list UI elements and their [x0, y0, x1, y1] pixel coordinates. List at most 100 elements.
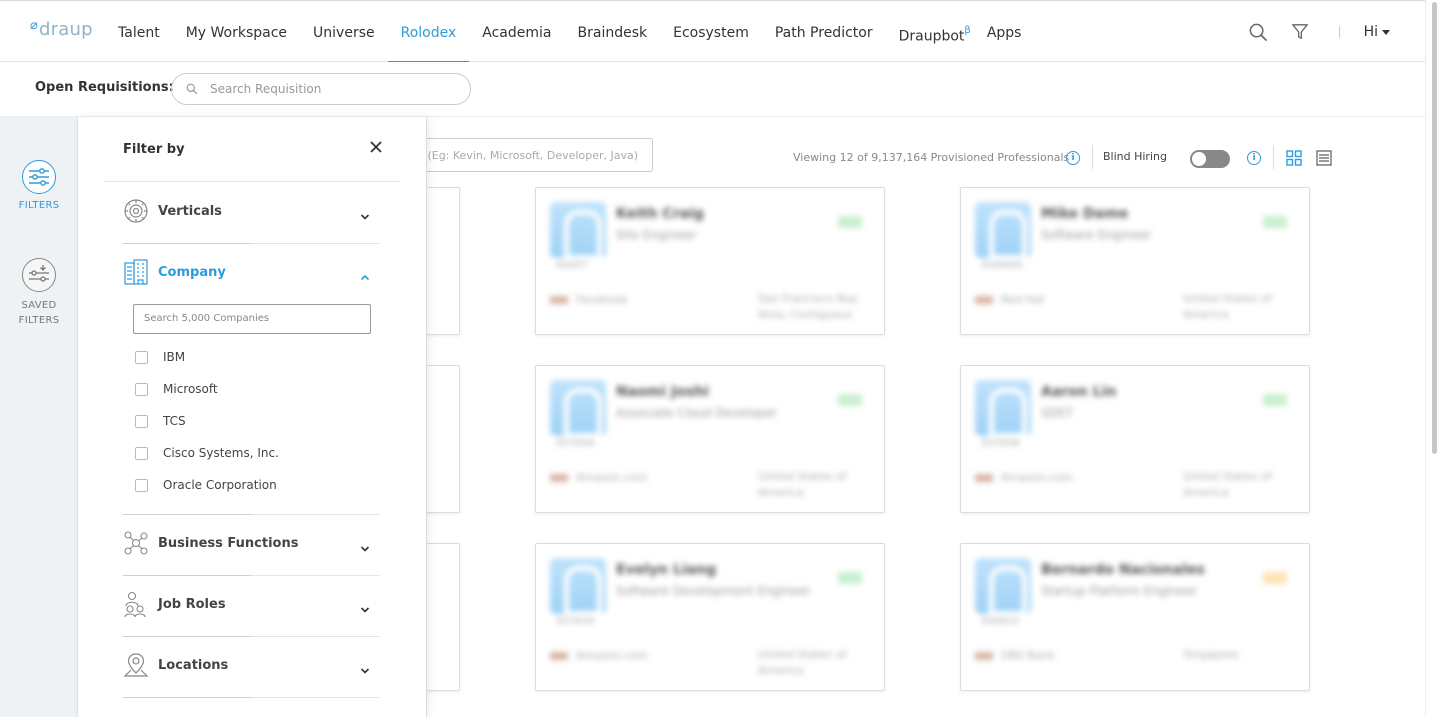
card-blur: Bernardo Nacionales Startup Platform Eng…: [961, 544, 1309, 690]
nav-talent[interactable]: Talent: [105, 1, 173, 63]
checkbox[interactable]: [135, 351, 148, 364]
filter-panel: Filter by Verticals Company Search 5,000…: [78, 117, 427, 717]
page-scroll-track[interactable]: [1425, 0, 1440, 717]
draup-logo[interactable]: ⌀draup: [30, 18, 93, 40]
nav-braindesk[interactable]: Braindesk: [565, 1, 661, 63]
list-view-icon[interactable]: [1316, 150, 1332, 166]
search-icon[interactable]: [1248, 21, 1270, 43]
profile-card[interactable]: Bernardo Nacionales Startup Platform Eng…: [960, 543, 1310, 691]
user-menu[interactable]: Hi: [1364, 24, 1390, 40]
filter-section-label: Company: [158, 265, 226, 280]
nav-apps[interactable]: Apps: [979, 1, 1035, 63]
filter-section-business-functions[interactable]: Business Functions: [123, 514, 380, 574]
filter-section-company[interactable]: Company: [123, 243, 380, 303]
profile-card[interactable]: Keith Craig Site Engineer ASKP7 Facebook…: [535, 187, 885, 335]
section-divider: [123, 697, 380, 698]
profile-card[interactable]: Evelyn Liang Software Development Engine…: [535, 543, 885, 691]
card-code: ASTK09: [556, 616, 595, 627]
checkbox[interactable]: [135, 383, 148, 396]
card-company-name: Amazon.com: [1001, 471, 1073, 484]
card-company: Amazon.com: [550, 471, 647, 484]
card-role: Software Development Engineer: [616, 584, 811, 598]
company-option-oracle[interactable]: Oracle Corporation: [135, 477, 375, 495]
card-location: United States of America: [1183, 292, 1272, 321]
card-name: Naomi Joshi: [616, 384, 709, 400]
card-location: San Francisco Bay Area, Contiguous: [758, 292, 858, 321]
filter-section-label: Job Roles: [158, 597, 226, 612]
blind-hiring-info-icon[interactable]: i: [1247, 151, 1261, 165]
logo-text: draup: [39, 19, 93, 40]
company-search-placeholder: Search 5,000 Companies: [144, 313, 270, 324]
info-icon[interactable]: i: [1066, 151, 1080, 165]
card-code: ASKE02: [981, 616, 1020, 627]
chevron-down-icon: [360, 207, 370, 220]
card-code: ASTK08: [981, 438, 1020, 449]
company-option-cisco[interactable]: Cisco Systems, Inc.: [135, 445, 375, 463]
avatar: [550, 380, 606, 438]
checkbox[interactable]: [135, 479, 148, 492]
card-company-name: Red Hat: [1001, 293, 1045, 306]
filter-panel-title: Filter by: [123, 142, 185, 157]
card-code: ASTK06: [556, 438, 595, 449]
filter-section-locations[interactable]: Locations: [123, 636, 380, 696]
nav-ecosystem[interactable]: Ecosystem: [660, 1, 762, 63]
filter-section-label: Business Functions: [158, 536, 299, 551]
page-scrollbar-thumb[interactable]: [1432, 2, 1437, 454]
nav-academia[interactable]: Academia: [469, 1, 564, 63]
filter-section-verticals[interactable]: Verticals: [123, 182, 380, 242]
nav-my-workspace[interactable]: My Workspace: [173, 1, 300, 63]
profile-card[interactable]: Mike Dame Software Engineer ASKM09 Red H…: [960, 187, 1310, 335]
blind-hiring-toggle[interactable]: [1190, 150, 1230, 168]
nav-universe[interactable]: Universe: [300, 1, 388, 63]
chevron-down-icon: [360, 600, 370, 613]
filter-section-label: Verticals: [158, 204, 222, 219]
grid-view-icon[interactable]: [1286, 150, 1302, 166]
requisition-search-input[interactable]: Search Requisition: [171, 73, 471, 105]
card-company-name: Facebook: [576, 293, 628, 306]
professional-search-input[interactable]: s (Eg: Kevin, Microsoft, Developer, Java…: [410, 138, 653, 172]
filter-icon[interactable]: [1289, 21, 1311, 43]
beta-badge: β: [964, 25, 971, 36]
profile-card[interactable]: Naomi Joshi Associate Cloud Developer AS…: [535, 365, 885, 513]
card-name: Bernardo Nacionales: [1041, 562, 1205, 578]
close-icon[interactable]: [368, 139, 384, 155]
search-icon: [186, 83, 198, 95]
card-name: Mike Dame: [1041, 206, 1129, 222]
checkbox[interactable]: [135, 447, 148, 460]
card-location: United States of America: [758, 470, 847, 499]
card-location: Singapore: [1183, 648, 1239, 661]
viewing-count: Viewing 12 of 9,137,164 Provisioned Prof…: [793, 151, 1070, 164]
toolbar-separator: [1092, 145, 1093, 169]
avatar: [975, 202, 1031, 260]
card-code: ASKP7: [556, 260, 589, 271]
company-search-input[interactable]: Search 5,000 Companies: [133, 304, 371, 334]
card-blur: Evelyn Liang Software Development Engine…: [536, 544, 884, 690]
filter-section-job-roles[interactable]: Job Roles: [123, 575, 380, 635]
card-blur: Naomi Joshi Associate Cloud Developer AS…: [536, 366, 884, 512]
status-badge: [838, 216, 862, 228]
status-badge: [1263, 394, 1287, 406]
requisition-label: Open Requisitions:: [35, 80, 174, 95]
company-logo: [550, 296, 568, 304]
nav-path-predictor[interactable]: Path Predictor: [762, 1, 886, 63]
rail-saved-filters-button[interactable]: SAVED FILTERS: [0, 258, 78, 328]
leaf-icon: ⌀: [30, 18, 39, 33]
card-role: Site Engineer: [616, 228, 697, 242]
rail-saved-label-1: SAVED: [21, 300, 57, 311]
checkbox[interactable]: [135, 415, 148, 428]
company-option-ibm[interactable]: IBM: [135, 349, 375, 367]
caret-down-icon: [1382, 29, 1390, 35]
professional-search-placeholder: s (Eg: Kevin, Microsoft, Developer, Java…: [418, 149, 638, 162]
rail-filters-button[interactable]: FILTERS: [0, 160, 78, 211]
company-option-tcs[interactable]: TCS: [135, 413, 375, 431]
profile-card[interactable]: Aaron Lin SDET ASTK08 Amazon.com United …: [960, 365, 1310, 513]
card-code: ASKM09: [981, 260, 1023, 271]
card-company-name: Amazon.com: [576, 471, 648, 484]
nav-rolodex[interactable]: Rolodex: [387, 1, 470, 64]
card-company: Facebook: [550, 293, 628, 306]
nav-actions: Hi: [1229, 1, 1390, 63]
card-role: Software Engineer: [1041, 228, 1152, 242]
toolbar-separator: [1273, 145, 1274, 169]
company-option-microsoft[interactable]: Microsoft: [135, 381, 375, 399]
nav-draupbot[interactable]: Draupbotβ: [886, 1, 979, 63]
